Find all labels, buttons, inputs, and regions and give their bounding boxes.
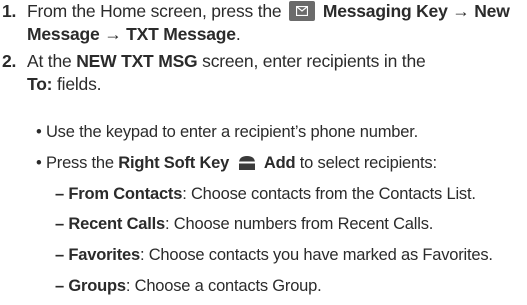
- option-label: Recent Calls: [68, 215, 166, 233]
- step-2-body: At the NEW TXT MSG screen, enter recipie…: [27, 50, 522, 96]
- bullet-text: Use the keypad to enter a recipient’s ph…: [45, 123, 418, 141]
- right-soft-key-icon: [238, 156, 255, 170]
- option-text: : Choose a contacts Group.: [125, 277, 322, 295]
- dash-marker: –: [55, 246, 64, 264]
- option-label: Favorites: [68, 246, 140, 264]
- option-label: Groups: [68, 277, 126, 295]
- key-name: Right Soft Key: [118, 154, 230, 172]
- action-name: Add: [263, 154, 296, 172]
- dash-item: – Groups: Choose a contacts Group.: [55, 276, 322, 297]
- messaging-key-icon: [289, 1, 316, 21]
- step-text: At the: [27, 51, 72, 71]
- dash-marker: –: [55, 277, 64, 295]
- bullet-item: • Use the keypad to enter a recipient’s …: [36, 122, 418, 143]
- bullet-marker: •: [36, 123, 42, 141]
- menu-path: Messaging Key → New: [322, 1, 510, 21]
- dash-item: – Favorites: Choose contacts you have ma…: [55, 245, 493, 266]
- step-number: 2.: [2, 51, 17, 71]
- step-text: screen, enter recipients in the: [202, 51, 426, 71]
- sentence-end: .: [235, 24, 241, 44]
- option-text: : Choose contacts from the Contacts List…: [182, 185, 476, 203]
- bullet-item: • Press the Right Soft Key Add to select…: [36, 153, 437, 174]
- option-text: : Choose numbers from Recent Calls.: [165, 215, 434, 233]
- option-label: From Contacts: [68, 185, 183, 203]
- dash-item: – Recent Calls: Choose numbers from Rece…: [55, 214, 433, 235]
- step-number: 1.: [2, 1, 17, 21]
- step-1-body: From the Home screen, press the Messagin…: [27, 0, 522, 46]
- screen-name: NEW TXT MSG: [76, 51, 198, 71]
- dash-item: – From Contacts: Choose contacts from th…: [55, 184, 476, 205]
- dash-marker: –: [55, 215, 64, 233]
- step-text: From the Home screen, press the: [27, 1, 282, 21]
- instruction-page: 1. From the Home screen, press the Messa…: [0, 0, 527, 305]
- bullet-text: to select recipients:: [299, 154, 437, 172]
- step-text: fields.: [56, 74, 102, 94]
- bullet-text: Press the: [45, 154, 114, 172]
- bullet-marker: •: [36, 154, 42, 172]
- dash-marker: –: [55, 185, 64, 203]
- menu-path-continued: Message → TXT Message: [27, 24, 236, 44]
- option-text: : Choose contacts you have marked as Fav…: [139, 246, 493, 264]
- field-name: To:: [27, 74, 53, 94]
